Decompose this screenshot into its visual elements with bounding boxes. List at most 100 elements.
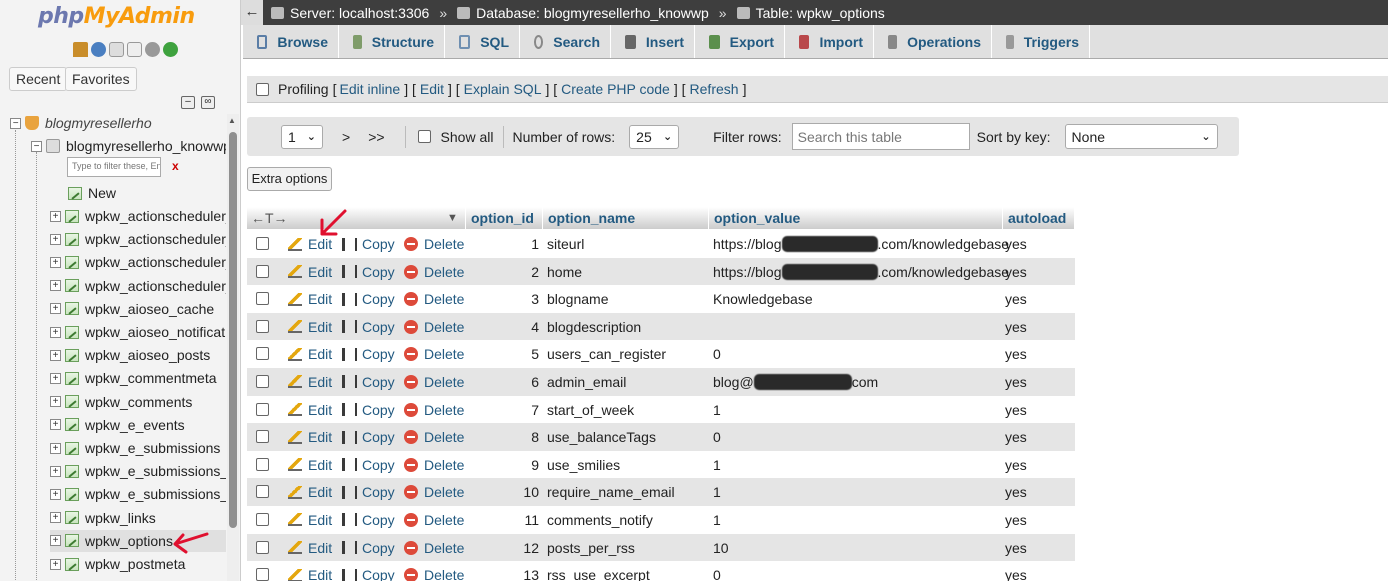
- expand-icon[interactable]: +: [50, 256, 61, 268]
- sort-by-key-select[interactable]: None ⌄: [1064, 124, 1218, 149]
- delete-row-button[interactable]: Delete: [404, 236, 464, 252]
- cell-autoload[interactable]: yes: [1005, 484, 1027, 500]
- row-checkbox[interactable]: [256, 540, 269, 554]
- cell-option-value[interactable]: 0: [713, 346, 721, 362]
- cell-option-id[interactable]: 5: [509, 346, 539, 362]
- cell-autoload[interactable]: yes: [1005, 346, 1027, 362]
- row-checkbox[interactable]: [256, 347, 269, 361]
- edit-row-button[interactable]: Edit: [288, 512, 332, 528]
- favorites-button[interactable]: Favorites: [65, 67, 137, 91]
- refresh-link[interactable]: Refresh: [690, 81, 739, 97]
- expand-icon[interactable]: +: [50, 303, 61, 315]
- cell-autoload[interactable]: yes: [1005, 291, 1027, 307]
- rows-per-page-select[interactable]: 25 ⌄: [629, 124, 680, 149]
- edit-row-button[interactable]: Edit: [288, 402, 332, 418]
- edit-inline-link[interactable]: Edit inline: [339, 81, 400, 97]
- row-checkbox[interactable]: [256, 568, 269, 581]
- cell-autoload[interactable]: yes: [1005, 319, 1027, 335]
- cell-option-id[interactable]: 12: [509, 540, 539, 556]
- tab-triggers[interactable]: Triggers: [992, 25, 1090, 58]
- collapse-icon[interactable]: −: [10, 117, 21, 129]
- tree-table-item[interactable]: + wpkw_e_events: [50, 414, 226, 436]
- copy-row-button[interactable]: Copy: [342, 236, 395, 252]
- gear-icon[interactable]: [145, 42, 160, 57]
- cell-option-name[interactable]: posts_per_rss: [547, 540, 635, 556]
- expand-icon[interactable]: +: [50, 535, 61, 547]
- tab-import[interactable]: Import: [785, 25, 874, 58]
- expand-icon[interactable]: +: [50, 210, 61, 222]
- copy-row-button[interactable]: Copy: [342, 567, 395, 581]
- tree-server-node[interactable]: − blogmyresellerho: [10, 112, 152, 134]
- cell-option-name[interactable]: rss_use_excerpt: [547, 567, 650, 581]
- cell-autoload[interactable]: yes: [1005, 264, 1027, 280]
- cell-option-name[interactable]: use_smilies: [547, 457, 620, 473]
- edit-row-button[interactable]: Edit: [288, 457, 332, 473]
- cell-option-name[interactable]: blogdescription: [547, 319, 641, 335]
- expand-icon[interactable]: +: [50, 419, 61, 431]
- cell-option-id[interactable]: 1: [509, 236, 539, 252]
- copy-row-button[interactable]: Copy: [342, 429, 395, 445]
- copy-row-button[interactable]: Copy: [342, 264, 395, 280]
- delete-row-button[interactable]: Delete: [404, 374, 464, 390]
- expand-icon[interactable]: +: [50, 326, 61, 338]
- tab-export[interactable]: Export: [695, 25, 785, 58]
- profiling-checkbox[interactable]: [256, 82, 269, 96]
- copy-row-button[interactable]: Copy: [342, 484, 395, 500]
- copy-row-button[interactable]: Copy: [342, 346, 395, 362]
- cell-option-id[interactable]: 7: [509, 402, 539, 418]
- row-checkbox[interactable]: [256, 485, 269, 499]
- cell-option-id[interactable]: 2: [509, 264, 539, 280]
- edit-row-button[interactable]: Edit: [288, 374, 332, 390]
- recent-button[interactable]: Recent: [9, 67, 68, 91]
- tab-operations[interactable]: Operations: [874, 25, 992, 58]
- next-page-button[interactable]: >: [342, 129, 350, 145]
- back-arrow-icon[interactable]: ←: [241, 0, 263, 25]
- cell-option-id[interactable]: 6: [509, 374, 539, 390]
- link-icon[interactable]: ∞: [201, 96, 215, 109]
- arrows-icon[interactable]: ←T→: [251, 210, 288, 226]
- cell-option-value[interactable]: https://blog .com/knowledgebase: [713, 236, 1009, 252]
- delete-row-button[interactable]: Delete: [404, 567, 464, 581]
- copy-row-button[interactable]: Copy: [342, 457, 395, 473]
- cell-autoload[interactable]: yes: [1005, 374, 1027, 390]
- copy-row-button[interactable]: Copy: [342, 402, 395, 418]
- tab-insert[interactable]: Insert: [611, 25, 695, 58]
- tab-search[interactable]: Search: [520, 25, 611, 58]
- delete-row-button[interactable]: Delete: [404, 402, 464, 418]
- tree-table-item[interactable]: + wpkw_comments: [50, 391, 226, 413]
- cell-option-value[interactable]: blog@ com: [713, 373, 878, 390]
- cell-option-value[interactable]: 1: [713, 512, 721, 528]
- cell-option-value[interactable]: 0: [713, 429, 721, 445]
- column-header-option-value[interactable]: option_value: [709, 207, 1003, 229]
- row-checkbox[interactable]: [256, 292, 269, 306]
- show-all-checkbox[interactable]: [417, 130, 431, 143]
- cell-option-value[interactable]: 1: [713, 402, 721, 418]
- breadcrumb-table[interactable]: Table: wpkw_options: [736, 5, 885, 21]
- cell-option-id[interactable]: 13: [509, 567, 539, 581]
- column-header-option-name[interactable]: option_name: [543, 207, 709, 229]
- cell-autoload[interactable]: yes: [1005, 429, 1027, 445]
- breadcrumb-server[interactable]: Server: localhost:3306: [271, 5, 429, 21]
- collapse-all-icon[interactable]: –: [181, 96, 195, 109]
- scrollbar-thumb[interactable]: [229, 132, 237, 528]
- cell-option-value[interactable]: https://blog .com/knowledgebase: [713, 263, 1009, 280]
- expand-icon[interactable]: +: [50, 488, 61, 500]
- cell-option-id[interactable]: 11: [509, 512, 539, 528]
- edit-row-button[interactable]: Edit: [288, 484, 332, 500]
- caret-down-icon[interactable]: ▼: [447, 207, 458, 229]
- cell-autoload[interactable]: yes: [1005, 402, 1027, 418]
- delete-row-button[interactable]: Delete: [404, 484, 464, 500]
- scroll-up-icon[interactable]: ▲: [228, 116, 236, 125]
- delete-row-button[interactable]: Delete: [404, 264, 464, 280]
- row-checkbox[interactable]: [256, 457, 269, 471]
- cell-option-value[interactable]: 1: [713, 457, 721, 473]
- delete-row-button[interactable]: Delete: [404, 540, 464, 556]
- tree-table-item[interactable]: + wpkw_links: [50, 507, 226, 529]
- cell-option-name[interactable]: admin_email: [547, 374, 626, 390]
- edit-row-button[interactable]: Edit: [288, 264, 332, 280]
- tab-browse[interactable]: Browse: [243, 25, 339, 58]
- cell-option-id[interactable]: 8: [509, 429, 539, 445]
- row-checkbox[interactable]: [256, 374, 269, 388]
- phpmyadmin-logo[interactable]: phpMyAdmin: [38, 4, 195, 29]
- row-checkbox[interactable]: [256, 264, 269, 278]
